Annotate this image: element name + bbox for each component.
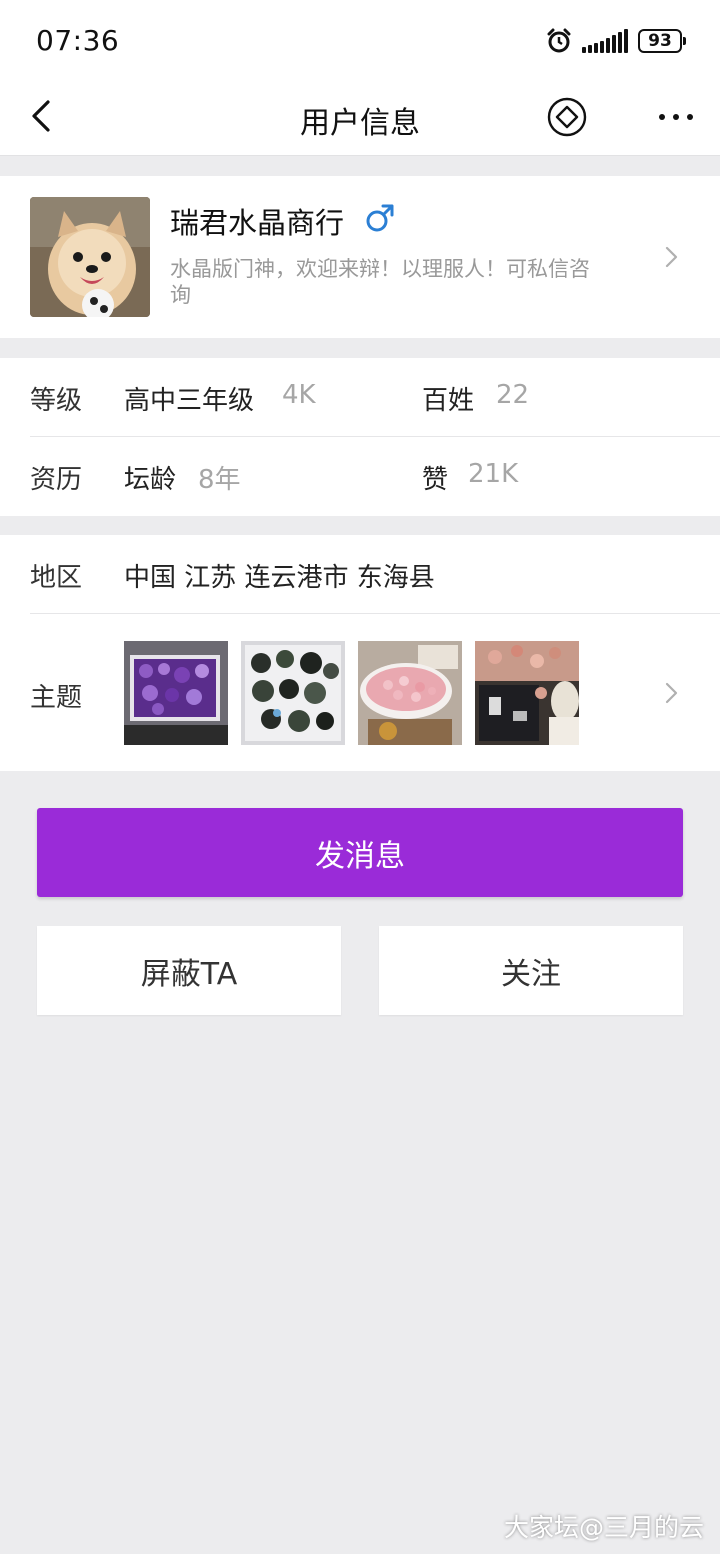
level-label: 等级 (30, 386, 83, 416)
topics-label: 主题 (30, 683, 83, 713)
tenure-row: 资历 坛龄 8年 赞 21K (0, 437, 720, 516)
baixing-value: 22 (496, 380, 530, 410)
status-time: 07:36 (36, 24, 120, 57)
avatar[interactable] (30, 197, 150, 317)
forum-age-label: 坛龄 (124, 465, 177, 495)
nav-bar: 用户信息 (0, 80, 720, 156)
tenure-label: 资历 (30, 465, 83, 495)
battery-icon: 93 (638, 29, 686, 53)
level-row: 等级 高中三年级 4K 百姓 22 (0, 358, 720, 437)
signal-icon (582, 29, 628, 53)
stats-card: 等级 高中三年级 4K 百姓 22 资历 坛龄 8年 赞 21K (0, 358, 720, 516)
watermark: 大家坛@三月的云 (503, 1513, 704, 1542)
status-icons: 93 (546, 26, 686, 56)
male-icon (366, 204, 394, 232)
topic-thumbnail[interactable] (241, 641, 345, 745)
alarm-icon (547, 28, 571, 53)
topic-thumbnail[interactable] (358, 641, 462, 745)
divider (30, 613, 720, 614)
baixing-label: 百姓 (422, 386, 475, 416)
region-label: 地区 (30, 563, 83, 593)
grade-label: 高中三年级 (124, 386, 255, 416)
profile-card[interactable]: 瑞君水晶商行 水晶版门神，欢迎来辩！以理服人！可私信咨询 (0, 176, 720, 338)
block-user-button[interactable]: 屏蔽TA (37, 926, 341, 1015)
topic-thumbnail[interactable] (475, 641, 579, 745)
follow-button[interactable]: 关注 (379, 926, 683, 1015)
diamond-icon[interactable] (546, 96, 588, 138)
topic-thumbnail[interactable] (124, 641, 228, 745)
more-icon[interactable] (654, 102, 698, 132)
grade-value: 4K (282, 380, 316, 410)
info-card: 地区 中国 江苏 连云港市 东海县 主题 (0, 535, 720, 771)
chevron-right-icon[interactable] (662, 678, 682, 708)
chevron-right-icon (665, 246, 678, 268)
status-bar: 07:36 93 (0, 0, 720, 80)
forum-age-value: 8年 (198, 465, 241, 495)
username: 瑞君水晶商行 (170, 206, 345, 240)
send-message-button[interactable]: 发消息 (37, 808, 683, 897)
region-value: 中国 江苏 连云港市 东海县 (124, 563, 435, 593)
likes-value: 21K (468, 459, 519, 489)
user-bio: 水晶版门神，欢迎来辩！以理服人！可私信咨询 (170, 257, 590, 307)
region-row: 地区 中国 江苏 连云港市 东海县 (0, 535, 720, 614)
likes-label: 赞 (422, 465, 449, 495)
page-title: 用户信息 (300, 106, 420, 141)
